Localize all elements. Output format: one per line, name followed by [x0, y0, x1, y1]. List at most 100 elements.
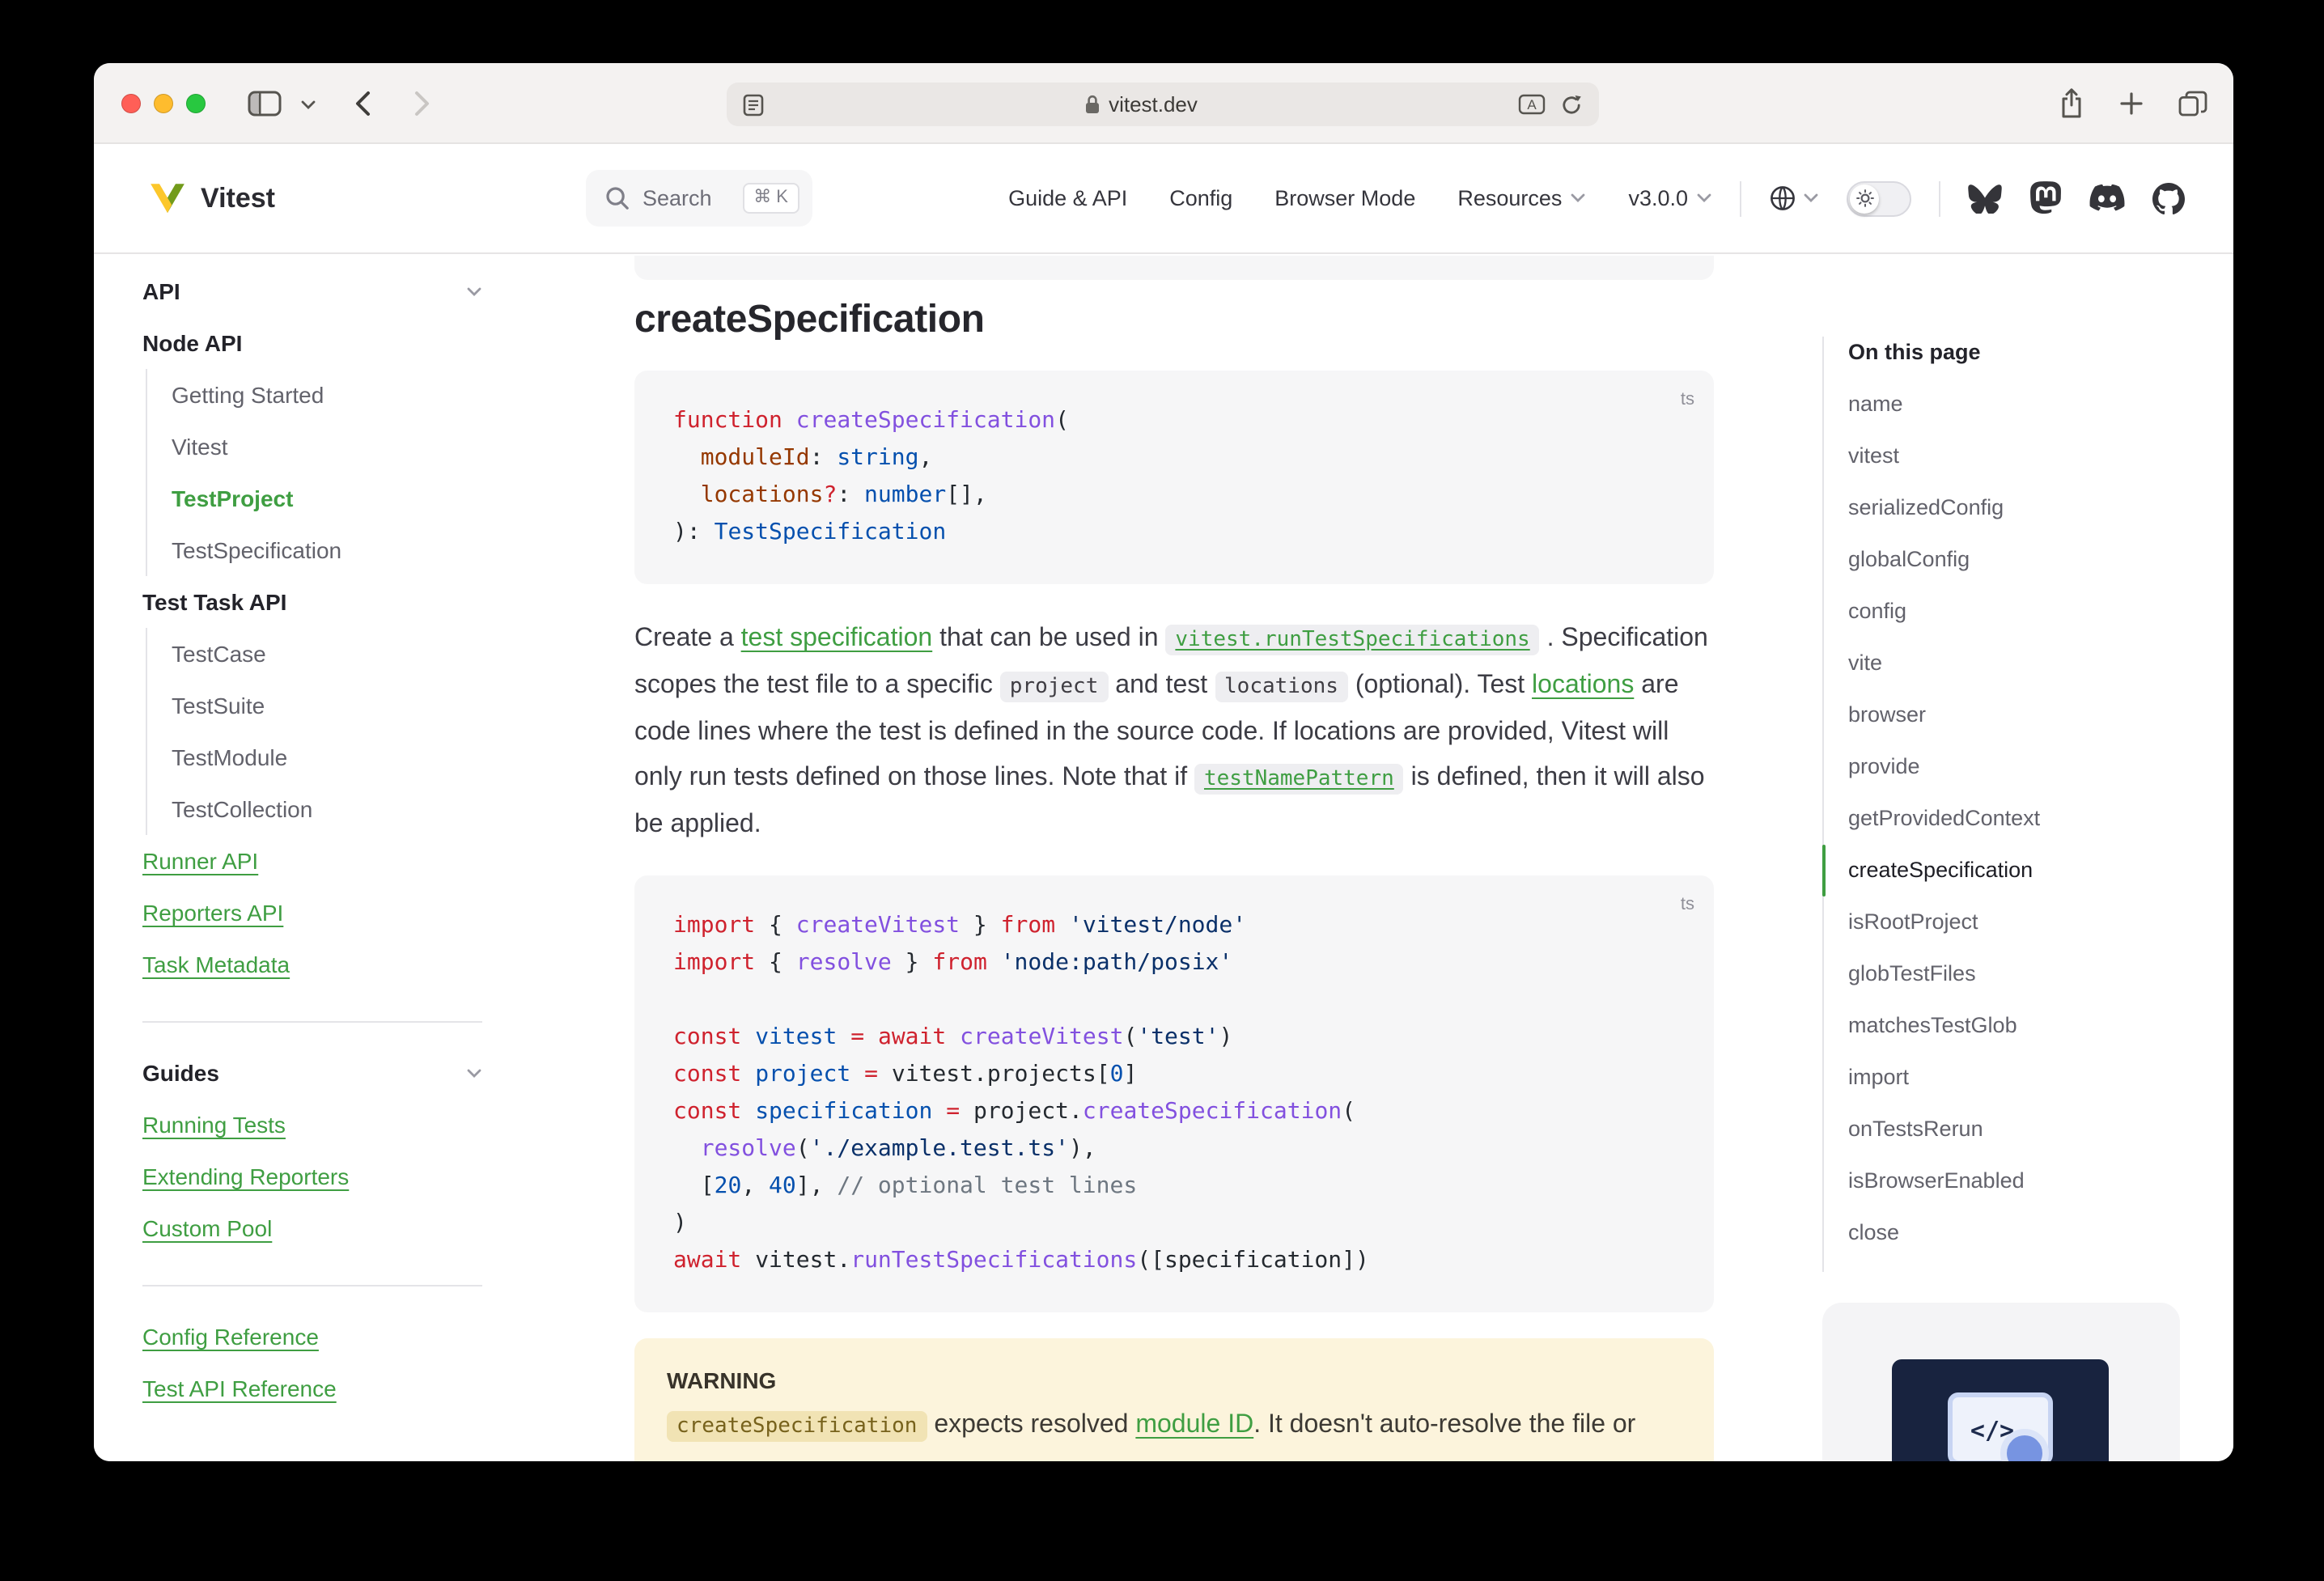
share-icon[interactable] — [2059, 87, 2084, 120]
sidebar-item-testcollection[interactable]: TestCollection — [172, 783, 482, 835]
forward-icon[interactable] — [414, 91, 430, 117]
nav-dropdown-v3-0-0[interactable]: v3.0.0 — [1628, 186, 1712, 210]
translate-icon[interactable]: A — [1518, 94, 1546, 115]
outline-item-name[interactable]: name — [1848, 379, 2233, 430]
lock-icon — [1084, 94, 1101, 115]
outline-item-browser[interactable]: browser — [1848, 689, 2233, 741]
sidebar-item-test-api-reference[interactable]: Test API Reference — [142, 1363, 482, 1414]
outline-item-createspecification[interactable]: createSpecification — [1848, 845, 2233, 896]
sidebar-item-getting-started[interactable]: Getting Started — [172, 369, 482, 421]
outline-item-isrootproject[interactable]: isRootProject — [1848, 896, 2233, 948]
code-lang-badge: ts — [1681, 382, 1694, 419]
outline-item-globalconfig[interactable]: globalConfig — [1848, 534, 2233, 586]
site-logo[interactable]: Vitest — [147, 144, 275, 252]
minimize-button[interactable] — [154, 94, 173, 113]
top-navbar: Search ⌘ K Guide & API Config Browser Mode… — [531, 144, 2233, 252]
outline-item-close[interactable]: close — [1848, 1207, 2233, 1259]
browser-window: vitest.dev A — [94, 63, 2233, 1461]
back-icon[interactable] — [354, 91, 371, 117]
content-area[interactable]: createSpecification ts function createSp… — [531, 252, 2233, 1461]
text: that can be used in — [932, 625, 1165, 652]
outline-item-provide[interactable]: provide — [1848, 741, 2233, 793]
inline-code: locations — [1215, 672, 1348, 702]
outline-item-matchestestglob[interactable]: matchesTestGlob — [1848, 1000, 2233, 1052]
toolbar-right-buttons — [2059, 63, 2207, 144]
tab-overview-icon[interactable] — [2178, 91, 2207, 117]
traffic-lights — [121, 94, 206, 113]
sidebar-divider — [142, 1285, 482, 1286]
outline-title: On this page — [1848, 340, 1981, 364]
sidebar-item-reporters-api[interactable]: Reporters API — [142, 887, 482, 939]
navbar-right: Guide & API Config Browser Mode Resources v3… — [1008, 144, 2233, 252]
theme-toggle[interactable] — [1847, 180, 1911, 216]
sidebar-item-custom-pool[interactable]: Custom Pool — [142, 1202, 482, 1254]
zoom-button[interactable] — [186, 94, 206, 113]
outline-item-config[interactable]: config — [1848, 586, 2233, 638]
nav-link-guide-api[interactable]: Guide & API — [1008, 186, 1127, 210]
sidebar-item-vitest[interactable]: Vitest — [172, 421, 482, 473]
bluesky-icon[interactable] — [1968, 183, 2002, 214]
sidebar-item-testcase[interactable]: TestCase — [172, 628, 482, 680]
monitor-code-icon: </> — [1931, 1382, 2070, 1461]
nav-link-config[interactable]: Config — [1169, 186, 1232, 210]
clipped-code-block — [634, 256, 1714, 280]
doc-link-module-id[interactable]: module ID — [1135, 1411, 1253, 1439]
sidebar-subgroup: Getting StartedVitestTestProjectTestSpec… — [146, 369, 482, 576]
doc-link-locations[interactable]: locations — [1532, 672, 1634, 699]
outline-active-marker — [1822, 845, 1826, 896]
nav-link-browser-mode[interactable]: Browser Mode — [1274, 186, 1415, 210]
new-tab-icon[interactable] — [2120, 92, 2143, 115]
sponsor-card[interactable]: </> — [1822, 1303, 2180, 1461]
chevron-down-icon[interactable] — [301, 100, 316, 110]
sidebar-item-api[interactable]: API — [142, 265, 482, 317]
outline-item-getprovidedcontext[interactable]: getProvidedContext — [1848, 793, 2233, 845]
sidebar-item-runner-api[interactable]: Runner API — [142, 835, 482, 887]
warning-callout: WARNING createSpecification expects reso… — [634, 1338, 1714, 1461]
inline-code-link-testnamepattern[interactable]: testNamePattern — [1194, 764, 1404, 795]
sidebar-toggle-icon[interactable] — [248, 91, 282, 117]
outline-items: namevitestserializedConfigglobalConfigco… — [1848, 379, 2233, 1259]
sponsor-image: </> — [1892, 1359, 2109, 1461]
reader-icon[interactable] — [743, 93, 764, 116]
reload-icon[interactable] — [1560, 93, 1583, 116]
nav-menu: Guide & API Config Browser Mode Resources v3… — [1008, 186, 1712, 210]
sidebar-item-config-reference[interactable]: Config Reference — [142, 1311, 482, 1363]
address-bar[interactable]: vitest.dev A — [727, 83, 1599, 126]
code-line: locations?: number[], — [673, 477, 1675, 515]
outline-item-ontestsrerun[interactable]: onTestsRerun — [1848, 1104, 2233, 1155]
sidebar-item-testspecification[interactable]: TestSpecification — [172, 524, 482, 576]
outline-item-globtestfiles[interactable]: globTestFiles — [1848, 948, 2233, 1000]
inline-code-link-vitest-runtestspecifications[interactable]: vitest.runTestSpecifications — [1165, 625, 1539, 655]
sidebar-item-task-metadata[interactable]: Task Metadata — [142, 939, 482, 990]
sidebar-item-testmodule[interactable]: TestModule — [172, 731, 482, 783]
code-line: const specification = project.createSpec… — [673, 1094, 1675, 1131]
sidebar-item-guides[interactable]: Guides — [142, 1047, 482, 1099]
outline-item-import[interactable]: import — [1848, 1052, 2233, 1104]
sidebar-item-extending-reporters[interactable]: Extending Reporters — [142, 1151, 482, 1202]
outline-item-isbrowserenabled[interactable]: isBrowserEnabled — [1848, 1155, 2233, 1207]
sidebar-item-running-tests[interactable]: Running Tests — [142, 1099, 482, 1151]
search-button[interactable]: Search ⌘ K — [586, 170, 812, 227]
sidebar-item-testsuite[interactable]: TestSuite — [172, 680, 482, 731]
code-line: await vitest.runTestSpecifications([spec… — [673, 1243, 1675, 1280]
url-display: vitest.dev — [764, 92, 1518, 117]
search-shortcut: ⌘ K — [742, 183, 799, 214]
github-icon[interactable] — [2152, 182, 2185, 214]
outline-item-serializedconfig[interactable]: serializedConfig — [1848, 482, 2233, 534]
outline-item-vitest[interactable]: vitest — [1848, 430, 2233, 482]
outline-item-vite[interactable]: vite — [1848, 638, 2233, 689]
discord-icon[interactable] — [2089, 184, 2125, 212]
nav-dropdown-resources[interactable]: Resources — [1457, 186, 1586, 210]
sidebar-item-test-task-api[interactable]: Test Task API — [142, 576, 482, 628]
doc-link-test-specification[interactable]: test specification — [741, 625, 933, 652]
social-links — [1968, 181, 2185, 215]
browser-toolbar: vitest.dev A — [94, 63, 2233, 144]
mastodon-icon[interactable] — [2029, 181, 2062, 215]
chevron-down-icon — [1696, 193, 1712, 204]
sidebar-item-testproject[interactable]: TestProject — [172, 473, 482, 524]
text: Create a — [634, 625, 741, 652]
close-button[interactable] — [121, 94, 141, 113]
code-block-2: ts import { createVitest } from 'vitest/… — [634, 875, 1714, 1312]
sidebar-item-node-api[interactable]: Node API — [142, 317, 482, 369]
language-menu[interactable] — [1769, 184, 1819, 212]
